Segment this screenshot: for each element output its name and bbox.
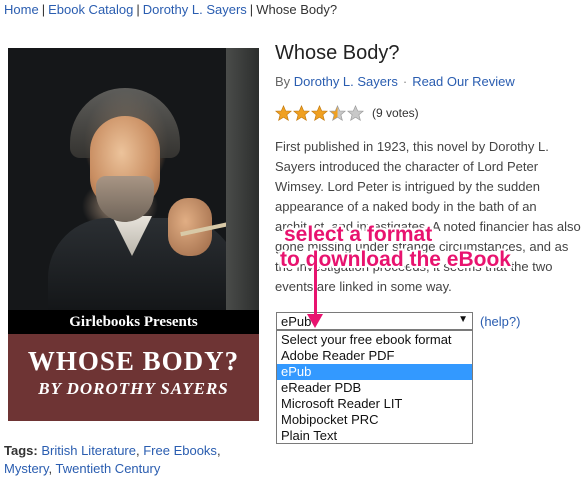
format-option[interactable]: Plain Text xyxy=(277,428,472,444)
description-line: Sayers introduced the character of Lord … xyxy=(275,159,539,174)
cover-title: WHOSE BODY? xyxy=(27,346,240,376)
star-half-icon[interactable] xyxy=(329,104,346,122)
annotation-arrow-icon xyxy=(307,314,323,328)
breadcrumb-separator: | xyxy=(249,2,254,17)
format-option[interactable]: Microsoft Reader LIT xyxy=(277,396,472,412)
star-full-icon[interactable] xyxy=(275,104,292,122)
tags-section: Tags: British Literature, Free Ebooks, M… xyxy=(4,443,221,476)
tags-label: Tags: xyxy=(4,443,38,458)
format-dropdown-list[interactable]: Select your free ebook format Adobe Read… xyxy=(276,330,473,444)
byline-prefix: By xyxy=(275,74,291,89)
cover-author: BY DOROTHY SAYERS xyxy=(38,379,229,398)
breadcrumb-catalog-link[interactable]: Ebook Catalog xyxy=(48,2,133,17)
annotation-arrow-shaft xyxy=(314,265,317,319)
description-line: events are linked in some way. xyxy=(275,279,452,294)
star-empty-icon[interactable] xyxy=(347,104,364,122)
breadcrumb-home-link[interactable]: Home xyxy=(4,2,39,17)
breadcrumb-author-link[interactable]: Dorothy L. Sayers xyxy=(143,2,247,17)
description-line: appearance of a naked body in the bath o… xyxy=(275,199,537,214)
star-full-icon[interactable] xyxy=(311,104,328,122)
tag-link[interactable]: Twentieth Century xyxy=(56,461,161,476)
tag-link[interactable]: Free Ebooks xyxy=(143,443,217,458)
format-option[interactable]: eReader PDB xyxy=(277,380,472,396)
description-line: First published in 1923, this novel by D… xyxy=(275,139,549,154)
breadcrumb: Home | Ebook Catalog | Dorothy L. Sayers | Who… xyxy=(4,2,337,17)
format-select[interactable]: ePub ▼ xyxy=(276,312,473,330)
byline: By Dorothy L. Sayers · Read Our Review xyxy=(275,74,515,89)
cover-publisher-band: Girlebooks Presents xyxy=(8,310,259,334)
format-option[interactable]: Adobe Reader PDF xyxy=(277,348,472,364)
cover-title-panel: WHOSE BODY? BY DOROTHY SAYERS xyxy=(8,334,259,421)
breadcrumb-separator: | xyxy=(41,2,46,17)
tag-link[interactable]: British Literature xyxy=(41,443,136,458)
byline-dot: · xyxy=(402,74,408,89)
format-option[interactable]: Select your free ebook format xyxy=(277,332,472,348)
format-option[interactable]: Mobipocket PRC xyxy=(277,412,472,428)
book-title: Whose Body? xyxy=(275,42,400,64)
star-full-icon[interactable] xyxy=(293,104,310,122)
author-link[interactable]: Dorothy L. Sayers xyxy=(294,74,398,89)
star-rating[interactable]: (9 votes) xyxy=(275,103,419,123)
description-line: Wimsey. Lord Peter is intrigued by the s… xyxy=(275,179,540,194)
breadcrumb-separator: | xyxy=(136,2,140,17)
review-link[interactable]: Read Our Review xyxy=(412,74,515,89)
dropdown-arrow-icon[interactable]: ▼ xyxy=(458,314,468,325)
book-cover: Girlebooks Presents WHOSE BODY? BY DOROT… xyxy=(8,48,259,421)
annotation-line: select a format xyxy=(284,223,433,246)
book-description: First published in 1923, this novel by D… xyxy=(275,137,582,297)
breadcrumb-current: Whose Body? xyxy=(256,2,338,17)
help-link[interactable]: (help?) xyxy=(480,314,520,329)
cover-portrait-image xyxy=(8,48,259,318)
format-option-selected[interactable]: ePub xyxy=(277,364,472,380)
vote-count: (9 votes) xyxy=(372,106,419,120)
tag-link[interactable]: Mystery xyxy=(4,461,49,476)
